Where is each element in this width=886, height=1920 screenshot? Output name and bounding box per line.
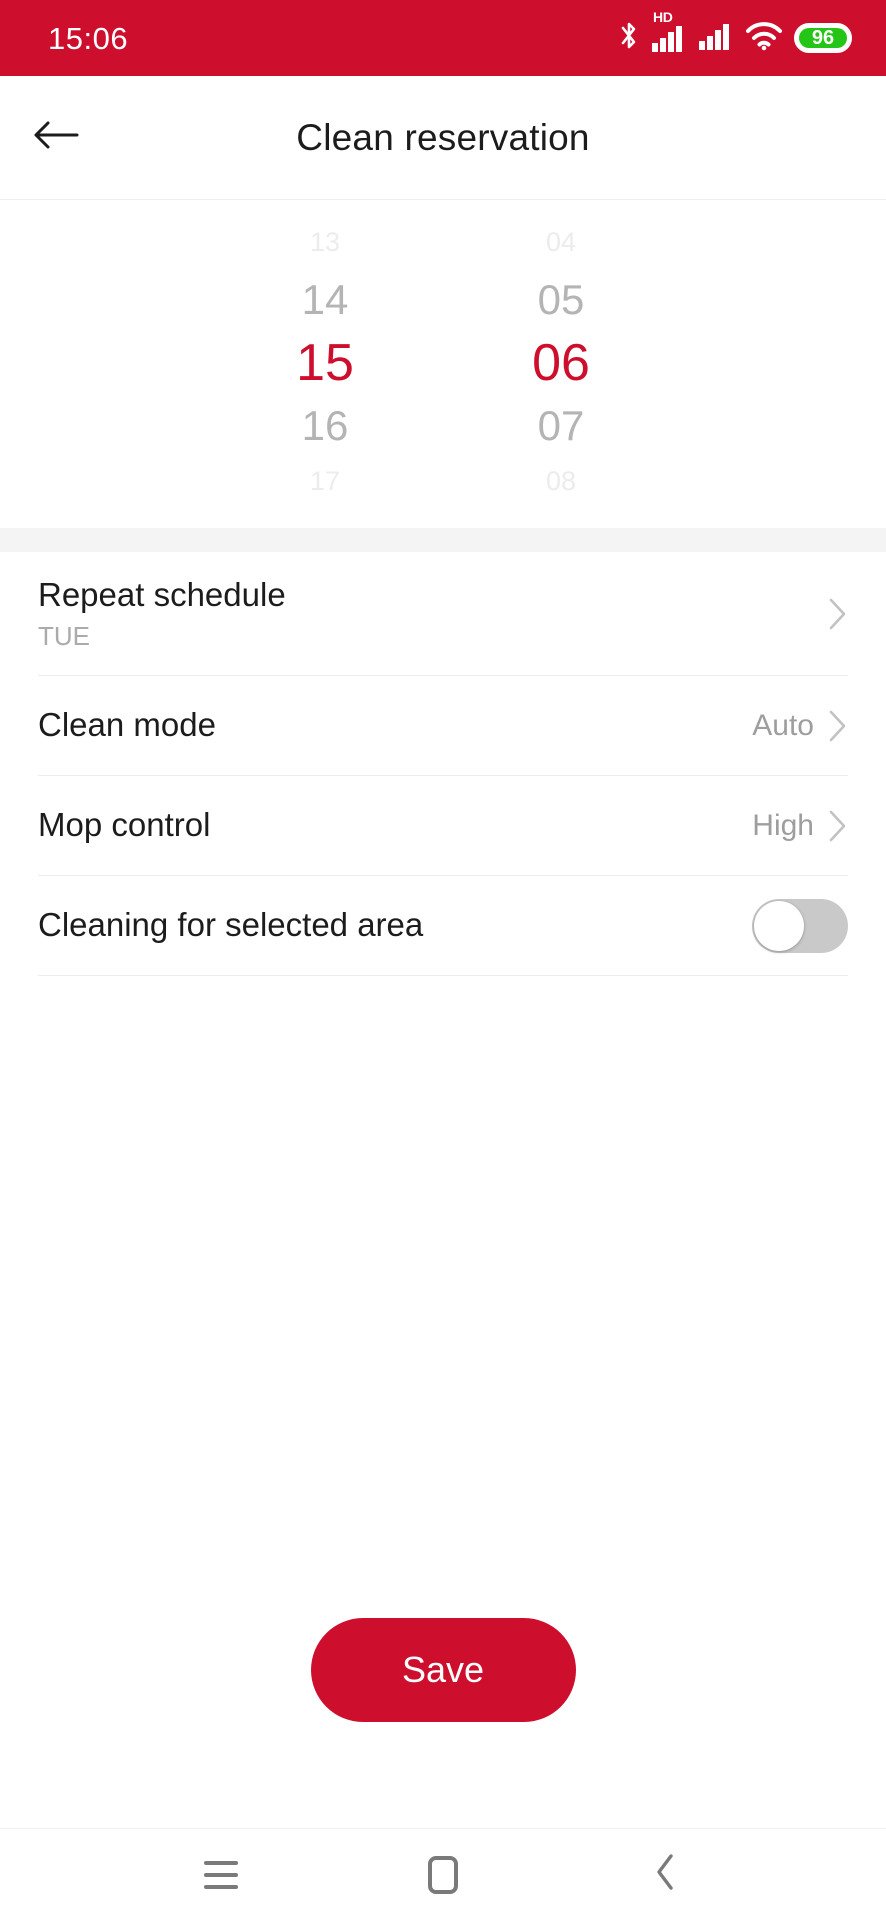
row-title: Mop control <box>38 806 211 844</box>
chevron-right-icon <box>828 809 848 843</box>
save-button-container: Save <box>0 1618 886 1828</box>
hour-option-above[interactable]: 14 <box>302 272 349 330</box>
home-square-icon <box>428 1855 458 1894</box>
chevron-left-icon <box>654 1853 676 1896</box>
row-value: Auto <box>752 708 814 742</box>
bluetooth-icon <box>618 20 640 57</box>
minute-option-far-below[interactable]: 08 <box>546 456 576 511</box>
row-title: Repeat schedule <box>38 575 286 613</box>
settings-row-cleaning-selected-area[interactable]: Cleaning for selected area <box>38 876 848 976</box>
status-bar: 15:06 HD 96 <box>0 0 886 76</box>
app-bar: Clean reservation <box>0 76 886 200</box>
minute-option-below[interactable]: 07 <box>538 398 585 456</box>
wifi-icon <box>745 21 783 56</box>
battery-percent: 96 <box>811 27 835 49</box>
hd-label: HD <box>653 9 673 25</box>
row-title: Cleaning for selected area <box>38 906 424 944</box>
back-button[interactable] <box>8 76 104 199</box>
battery-icon: 96 <box>794 23 852 53</box>
row-text-group: Mop control <box>38 806 211 844</box>
row-title: Clean mode <box>38 706 216 744</box>
row-value: High <box>752 808 814 842</box>
hour-option-below[interactable]: 16 <box>302 398 349 456</box>
chevron-right-icon <box>828 597 848 631</box>
status-bar-icons: HD 96 <box>618 9 852 57</box>
home-button[interactable] <box>398 1829 488 1920</box>
row-subtitle: TUE <box>38 620 90 651</box>
hour-option-far-above[interactable]: 13 <box>310 217 340 272</box>
settings-row-clean-mode[interactable]: Clean mode Auto <box>38 676 848 776</box>
hour-option-selected[interactable]: 15 <box>296 330 354 398</box>
chevron-right-icon <box>828 709 848 743</box>
section-divider <box>0 528 886 552</box>
system-back-button[interactable] <box>620 1829 710 1920</box>
minute-option-selected[interactable]: 06 <box>532 330 590 398</box>
page-title: Clean reservation <box>296 116 590 158</box>
menu-icon <box>204 1860 238 1889</box>
settings-row-mop-control[interactable]: Mop control High <box>38 776 848 876</box>
system-navigation-bar <box>0 1828 886 1920</box>
minute-option-above[interactable]: 05 <box>538 272 585 330</box>
row-control-group <box>828 597 848 631</box>
hd-signal-icon: HD <box>651 9 687 52</box>
settings-row-repeat-schedule[interactable]: Repeat schedule TUE <box>38 552 848 676</box>
toggle-knob <box>754 900 804 951</box>
minute-wheel[interactable]: 04 05 06 07 08 <box>471 217 651 511</box>
row-text-group: Cleaning for selected area <box>38 906 424 944</box>
hour-option-far-below[interactable]: 17 <box>310 456 340 511</box>
settings-list: Repeat schedule TUE Clean mode Auto Mop … <box>0 552 886 976</box>
save-button[interactable]: Save <box>310 1618 576 1722</box>
app-screen: 15:06 HD 96 Clean reservation 13 14 15 1… <box>0 0 886 1920</box>
row-control-group: High <box>752 809 848 843</box>
row-control-group <box>752 898 848 953</box>
row-control-group: Auto <box>752 709 848 743</box>
cleaning-area-toggle[interactable] <box>752 898 848 953</box>
status-bar-clock: 15:06 <box>48 20 129 56</box>
hour-wheel[interactable]: 13 14 15 16 17 <box>235 217 415 511</box>
time-picker[interactable]: 13 14 15 16 17 04 05 06 07 08 <box>0 200 886 528</box>
minute-option-far-above[interactable]: 04 <box>546 217 576 272</box>
row-text-group: Clean mode <box>38 706 216 744</box>
signal-icon <box>698 22 734 55</box>
recents-button[interactable] <box>176 1829 266 1920</box>
arrow-left-icon <box>33 118 79 157</box>
row-text-group: Repeat schedule TUE <box>38 575 286 651</box>
